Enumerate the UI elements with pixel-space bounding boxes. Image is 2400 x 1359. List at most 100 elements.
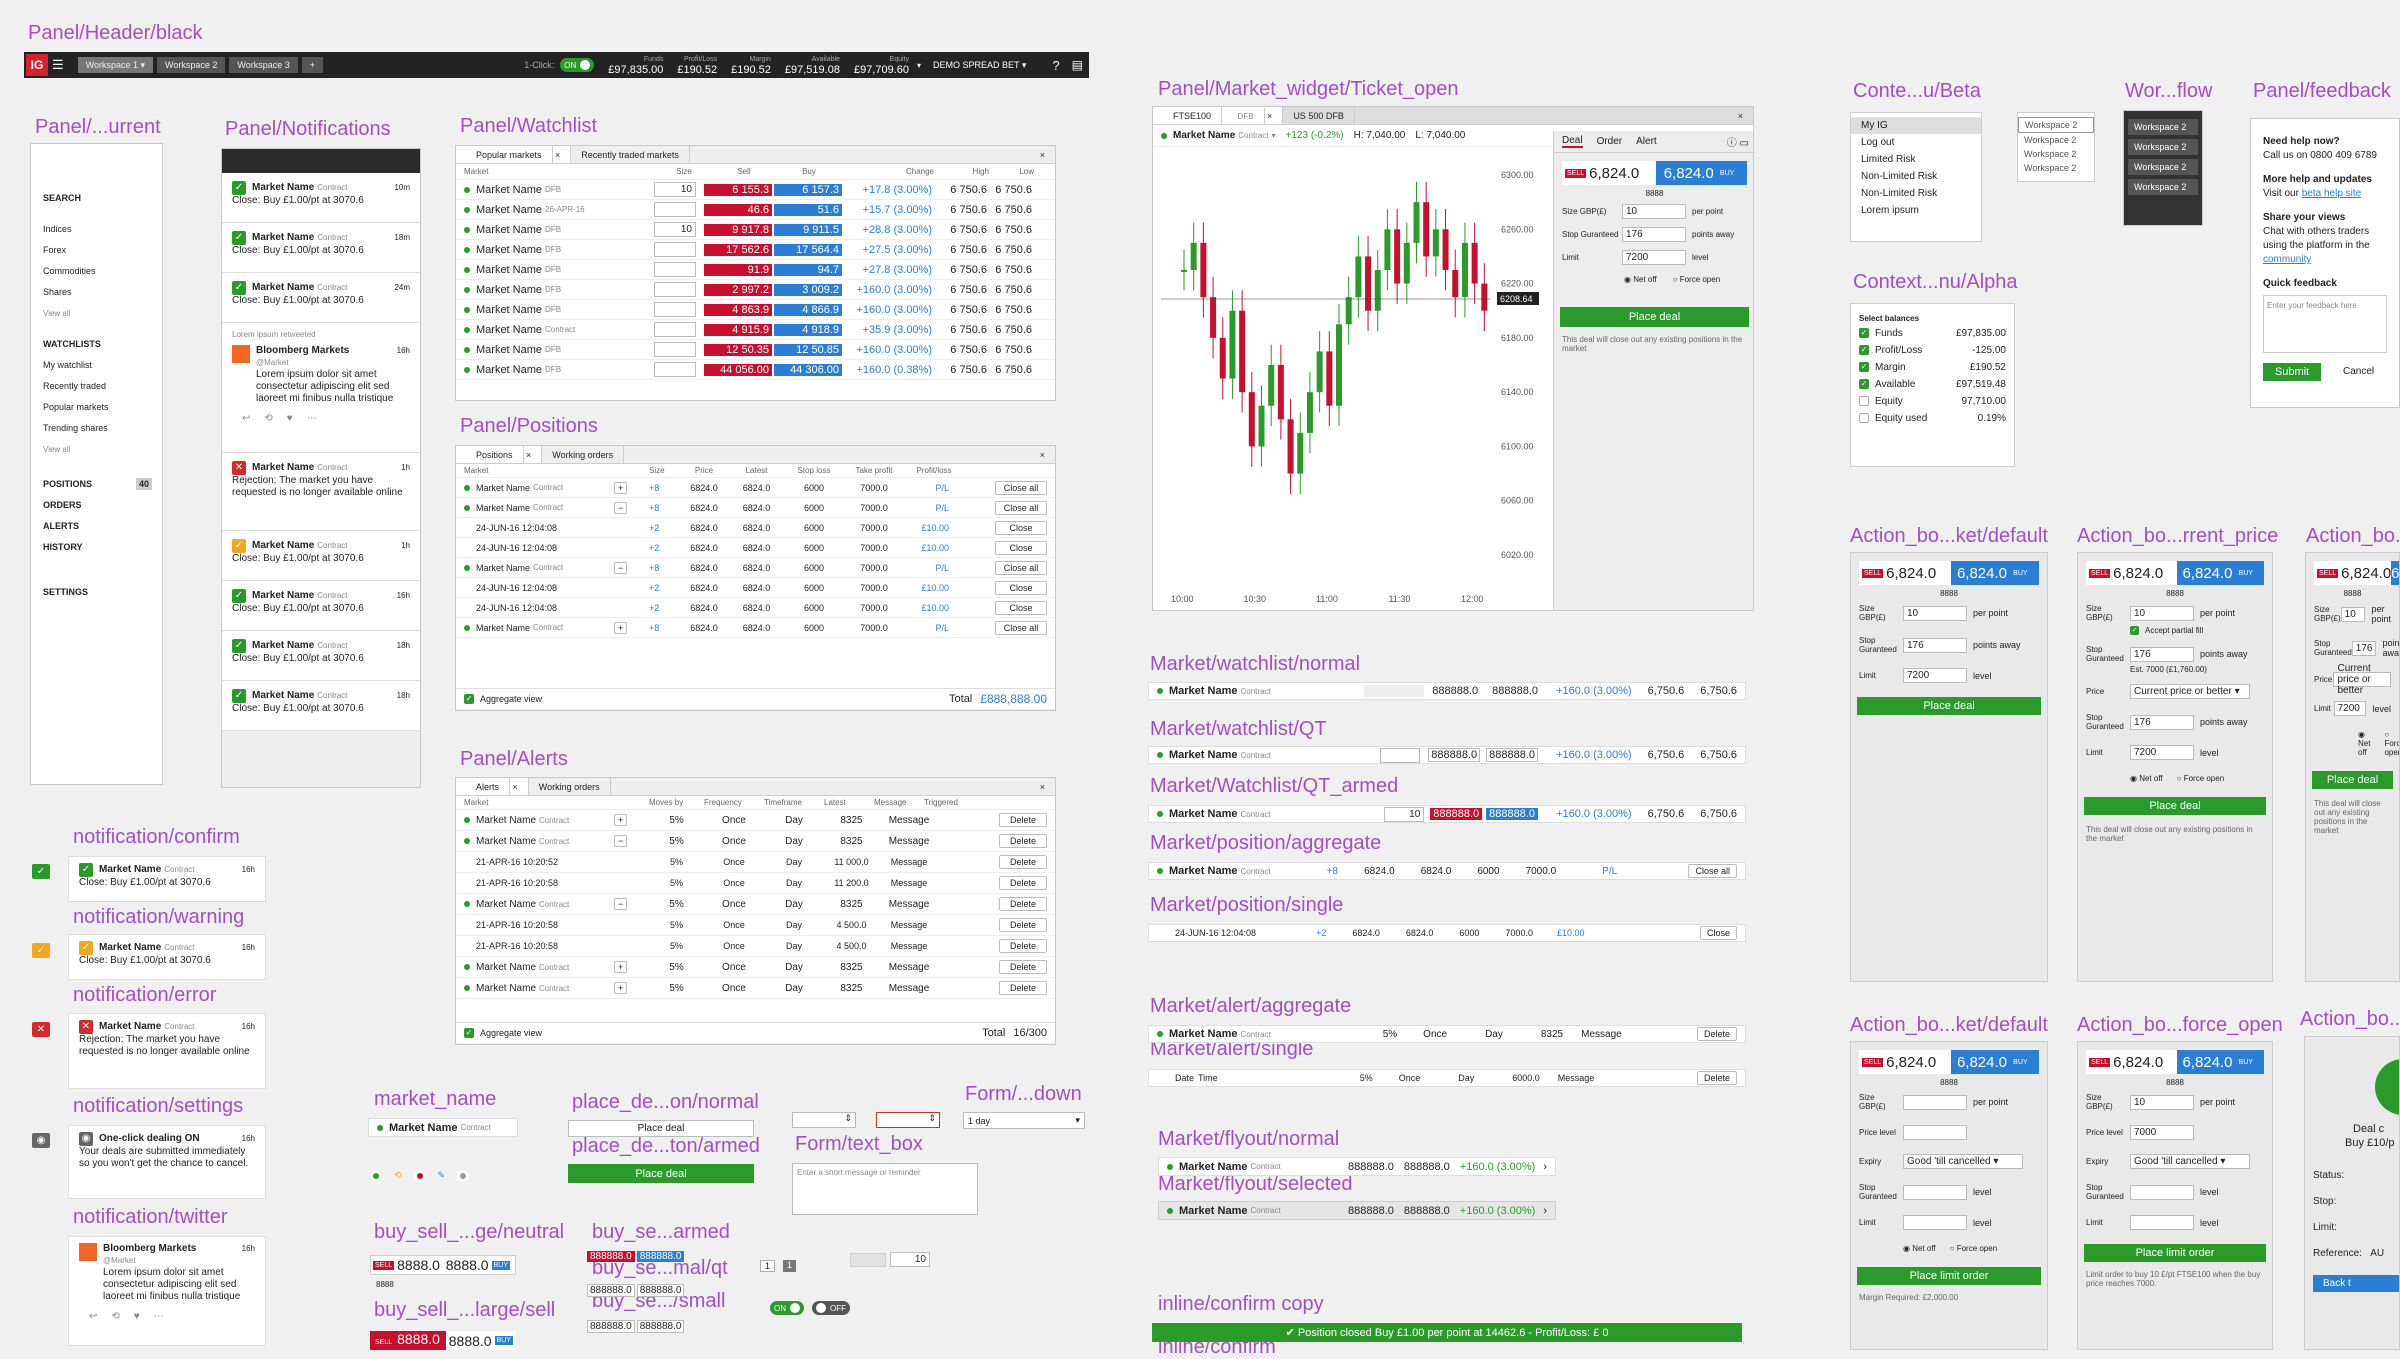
- sell-button[interactable]: 888888.0: [1430, 808, 1483, 820]
- place-deal-button[interactable]: Place deal: [2084, 797, 2266, 816]
- position-row[interactable]: Market Name Contract − +8 6824.0 6824.0 6000 70…: [456, 558, 1055, 578]
- delete-alert-button[interactable]: Delete: [999, 855, 1047, 869]
- buy-button[interactable]: 6 157.3: [774, 183, 842, 196]
- oneclick-toggle[interactable]: ON: [560, 58, 595, 72]
- help-icon[interactable]: ?: [1052, 58, 1059, 73]
- balance-item[interactable]: ✓ Available £97,519.48: [1859, 376, 2006, 393]
- alert-row[interactable]: Market Name Contract +5% Once Day 8325 Message…: [456, 978, 1055, 999]
- action-buy-sell[interactable]: SELL6,824.06,824.0 BUY: [1859, 1050, 2039, 1074]
- sell-button[interactable]: 17 562.6: [704, 243, 772, 256]
- ticket-buy-sell[interactable]: SELL 6,824.0 6,824.0 BUY: [1562, 161, 1747, 185]
- close-icon[interactable]: ×: [1030, 446, 1055, 463]
- close-icon[interactable]: ×: [1728, 107, 1753, 124]
- size-input[interactable]: [654, 362, 696, 377]
- expiry-select[interactable]: Good 'till cancelled ▾: [1903, 1154, 2023, 1169]
- tab-ftse100[interactable]: FTSE100 DFB ×: [1153, 107, 1284, 125]
- workspace-item[interactable]: Workspace 2: [2018, 117, 2094, 133]
- price-level-input[interactable]: [1903, 1125, 1967, 1140]
- buy-price[interactable]: 6,824.0 BUY: [1950, 561, 2039, 585]
- alert-row[interactable]: Market Name Contract −5% Once Day 8325 Message…: [456, 894, 1055, 915]
- limit-input[interactable]: 7200: [2333, 701, 2367, 716]
- sell-button[interactable]: 12 50.35: [704, 343, 772, 356]
- tab-popular-markets[interactable]: Popular markets ×: [456, 146, 572, 164]
- tab-us500[interactable]: US 500 DFB: [1283, 107, 1355, 124]
- position-row[interactable]: Market Name Contract + +8 6824.0 6824.0 6000 70…: [456, 478, 1055, 498]
- price-level-input[interactable]: 7000: [2130, 1125, 2194, 1140]
- size-input[interactable]: [1903, 1094, 1967, 1110]
- nav-positions[interactable]: POSITIONS 40: [43, 474, 162, 495]
- feedback-textarea[interactable]: Enter your feedback here: [2263, 295, 2387, 353]
- tab-alert[interactable]: Alert: [1636, 136, 1657, 147]
- balance-item[interactable]: ✓ Margin £190.52: [1859, 359, 2006, 376]
- watchlist-row[interactable]: Market Name DFB 2 997.2 3 009.2 +160.0 (3.00…: [456, 280, 1055, 300]
- delete-alert-button[interactable]: Delete: [999, 813, 1047, 827]
- action-buy-sell[interactable]: SELL6,824.06,824.0 BUY: [2086, 1050, 2264, 1074]
- dropdown-select[interactable]: 1 day ▾: [963, 1112, 1085, 1129]
- notification-item[interactable]: ✓ Market Name Contract 24m Close: Buy £1.00/…: [222, 273, 420, 323]
- delete-button[interactable]: Delete: [1696, 1071, 1737, 1085]
- balance-item[interactable]: ✓ Funds £97,835.00: [1859, 325, 2006, 342]
- notification-item[interactable]: ✓ Market Name Contract 1h Close: Buy £1.00/p…: [222, 531, 420, 581]
- place-deal-button[interactable]: Place deal: [1857, 697, 2041, 715]
- place-limit-order-button[interactable]: Place limit order: [1857, 1267, 2041, 1285]
- sell-price[interactable]: SELL 6,824.0: [2314, 561, 2392, 585]
- calendar-icon[interactable]: ▤: [1072, 58, 1083, 72]
- limit-input[interactable]: 7200: [2130, 745, 2194, 761]
- watchlist-row[interactable]: Market Name DFB 12 50.35 12 50.85 +160.0 (3.…: [456, 340, 1055, 360]
- notification-item[interactable]: ✓ Market Name Contract 18h Close: Buy £1.00/…: [222, 631, 420, 681]
- context-item[interactable]: My IG: [1851, 117, 1981, 134]
- stepper-input[interactable]: ⇕: [792, 1112, 856, 1128]
- alert-row[interactable]: 21-APR-16 10:20:58 5% Once Day 11 200.0 Messa…: [456, 873, 1055, 894]
- sell-price[interactable]: SELL 6,824.0: [2086, 561, 2177, 585]
- balance-item[interactable]: ✓ Profit/Loss -125.00: [1859, 342, 2006, 359]
- nav-viewall[interactable]: View all: [43, 303, 162, 324]
- notification-variant[interactable]: ✓ Market Name Contract 16h Close: Buy £1.00/…: [68, 856, 266, 902]
- notification-twitter[interactable]: Bloomberg Markets @Market 16h Lorem ipsum d…: [68, 1236, 266, 1346]
- workspace-item[interactable]: Workspace 2: [2018, 147, 2094, 161]
- action-buy-sell[interactable]: SELL6,824.06,824.0 BUY: [2086, 561, 2264, 585]
- watchlist-row-qt[interactable]: Market Name Contract 888888.0 888888.0 +160.…: [1148, 746, 1746, 764]
- buy-price[interactable]: 6,824.0 BUY: [1656, 161, 1747, 185]
- nav-viewall-2[interactable]: View all: [43, 439, 162, 460]
- nav-alerts[interactable]: ALERTS: [43, 516, 162, 537]
- workspace-item[interactable]: Workspace 2: [2018, 161, 2094, 175]
- size-input[interactable]: 10: [1903, 605, 1967, 621]
- nav-popular-markets[interactable]: Popular markets: [43, 397, 162, 418]
- watchlist-row[interactable]: Market Name DFB 17 562.6 17 564.4 +27.5 (3.0…: [456, 240, 1055, 260]
- stop-input[interactable]: 176: [1903, 637, 1967, 653]
- sell-button[interactable]: 9 917.8: [704, 223, 772, 236]
- size-input[interactable]: [654, 342, 696, 357]
- tweet-actions[interactable]: ↩⟲♥⋯: [242, 413, 410, 425]
- size-input[interactable]: [654, 202, 696, 217]
- context-item[interactable]: Log out: [1851, 134, 1981, 151]
- buy-price[interactable]: 6,824.0 BUY: [1950, 1050, 2039, 1074]
- workspace-item[interactable]: Workspace 2: [2128, 159, 2198, 175]
- quantity-stepper[interactable]: 10: [850, 1252, 930, 1267]
- workspace-item[interactable]: Workspace 2: [2018, 133, 2094, 147]
- buy-sell-small[interactable]: 888888.0 888888.0: [587, 1320, 685, 1333]
- tab-alerts[interactable]: Alerts ×: [456, 778, 529, 796]
- context-item[interactable]: Non-Limited Risk: [1851, 185, 1981, 202]
- notification-item[interactable]: ✓ Market Name Contract 18m Close: Buy £1.00/…: [222, 223, 420, 273]
- buy-sell-neutral[interactable]: SELL 8888.0 8888.0 BUY: [370, 1255, 516, 1275]
- watchlist-row[interactable]: Market Name 26-APR-16 46.6 51.6 +15.7 (3.00%…: [456, 200, 1055, 220]
- sell-button[interactable]: 4 915.9: [704, 323, 772, 336]
- tab-deal[interactable]: Deal: [1562, 135, 1583, 148]
- net-off-radio[interactable]: ◉ Net off: [1624, 273, 1657, 287]
- size-input[interactable]: 10: [1384, 806, 1425, 822]
- notification-item[interactable]: ✓ Market Name Contract 10m Close: Buy £1.00/…: [222, 173, 420, 223]
- stop-input[interactable]: 176: [1622, 227, 1686, 242]
- expiry-select[interactable]: Good 'till cancelled ▾: [2130, 1154, 2250, 1169]
- place-deal-button[interactable]: Place deal: [2312, 771, 2393, 789]
- tab-workspace-3[interactable]: Workspace 3: [229, 57, 298, 73]
- tweet-item[interactable]: Lorem ipsum retweeted Bloomberg Markets @M…: [222, 323, 420, 453]
- size-input[interactable]: [654, 262, 696, 277]
- expand-icon[interactable]: −: [614, 898, 628, 910]
- force-open-radio[interactable]: ○ Force open: [1950, 1244, 1998, 1253]
- position-row[interactable]: Market Name Contract + +8 6824.0 6824.0 6000 70…: [456, 618, 1055, 638]
- sell-price[interactable]: SELL 6,824.0: [1859, 561, 1951, 585]
- balance-item[interactable]: Equity 97,710.00: [1859, 393, 2006, 410]
- tab-recently-traded[interactable]: Recently traded markets: [571, 146, 690, 163]
- place-deal-button-armed[interactable]: Place deal: [568, 1164, 754, 1183]
- expand-icon[interactable]: −: [614, 501, 628, 514]
